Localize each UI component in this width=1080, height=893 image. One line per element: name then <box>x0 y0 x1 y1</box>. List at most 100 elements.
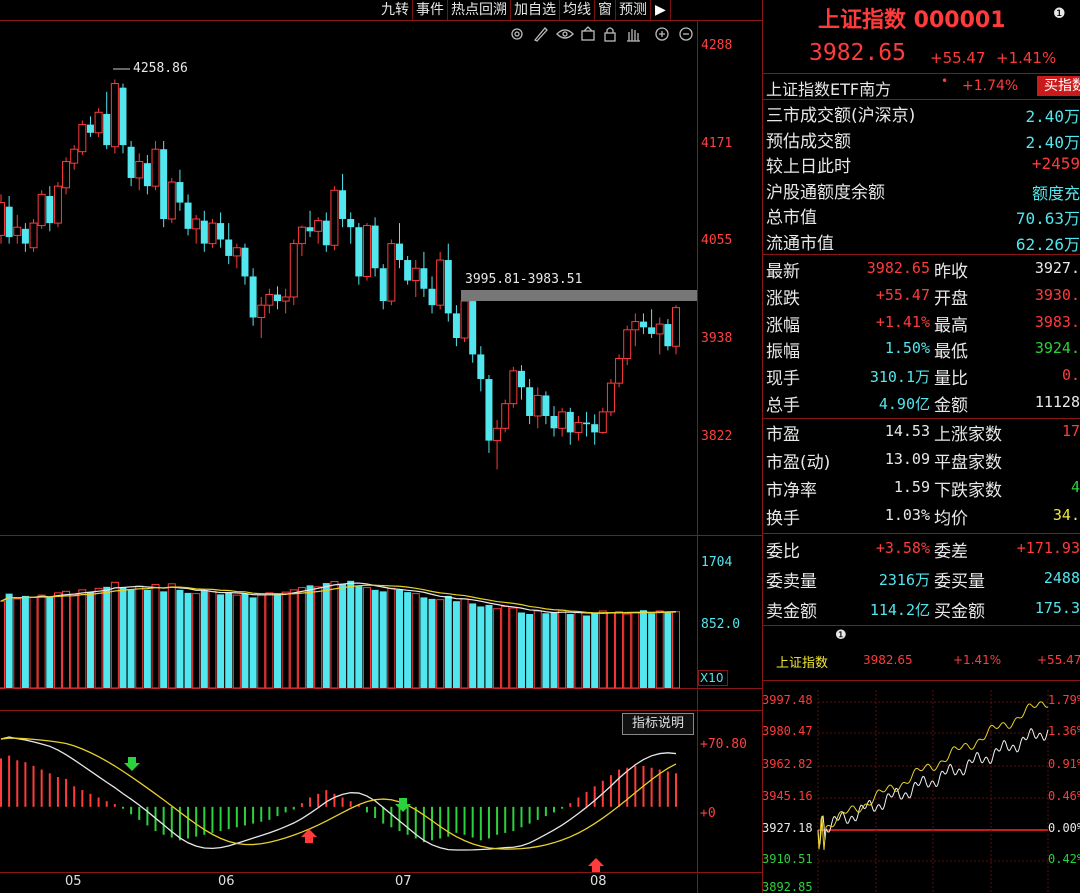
candle-body-down <box>241 247 249 277</box>
volume-bar <box>127 589 135 688</box>
candle-body-up <box>330 189 339 246</box>
candle-body-down <box>428 288 436 306</box>
quote-label: 量比 <box>934 369 968 390</box>
candle-body-down <box>639 321 647 328</box>
volume-bar <box>160 591 168 688</box>
quote-value: 0. <box>1061 366 1080 385</box>
candle-body-down <box>249 276 257 318</box>
candle-body-down <box>420 268 428 289</box>
candle-body-up <box>110 83 119 148</box>
volume-bar <box>232 594 241 689</box>
volume-bar <box>0 600 5 689</box>
candle-body-up <box>509 370 518 405</box>
candle-body-up <box>13 226 22 236</box>
kline-chart-area[interactable] <box>0 0 697 893</box>
candle-body-down <box>477 354 485 380</box>
volume-bar <box>639 610 647 688</box>
stat-label: 流通市值 <box>766 233 834 254</box>
quote-value: 3982.65 <box>866 259 930 277</box>
candle-body-up <box>265 294 274 306</box>
volume-bar <box>558 609 567 689</box>
candle-body-up <box>29 222 38 249</box>
volume-bar <box>355 586 363 688</box>
candle-body-down <box>550 415 558 429</box>
candle-body-down <box>322 220 330 246</box>
candle-body-up <box>151 148 160 187</box>
mini-pct-tick: 0.46% <box>1048 789 1080 803</box>
volume-bar <box>289 589 298 689</box>
candle-body-down <box>542 395 550 416</box>
stat-value: 2.40万 <box>1025 132 1080 152</box>
candle-body-up <box>167 181 176 220</box>
etf-dot: • <box>941 74 949 88</box>
candle-body-up <box>208 222 217 245</box>
valuation-value: 17 <box>1061 422 1080 440</box>
candle-body-down <box>395 243 403 261</box>
candle-body-down <box>591 424 599 433</box>
etf-name[interactable]: 上证指数ETF南方 <box>766 76 891 100</box>
candle-body-down <box>526 387 534 416</box>
volume-bar <box>477 606 485 688</box>
mini-price-tick: 3997.48 <box>762 693 813 707</box>
quote-value: +1.41% <box>875 312 930 331</box>
stat-label: 预估成交额 <box>766 131 851 152</box>
info-icon[interactable]: ❶ <box>1053 6 1066 22</box>
volume-bar <box>574 612 583 689</box>
volume-bar <box>362 587 371 689</box>
volume-axis-tick: 852.0 <box>701 617 741 632</box>
volume-bar <box>192 593 201 689</box>
quote-label: 最新 <box>766 262 800 282</box>
candle-body-up <box>62 161 71 189</box>
valuation-label: 市盈(动) <box>766 453 831 473</box>
candle-body-up <box>460 300 469 339</box>
candle-body-up <box>257 304 266 318</box>
candle-body-down <box>444 260 452 314</box>
macd-green-arrow-1 <box>124 757 140 771</box>
macd-histogram <box>0 755 677 843</box>
valuation-label: 均价 <box>934 509 968 529</box>
mini-price-tick: 3927.18 <box>762 821 813 835</box>
quote-label: 涨幅 <box>766 315 800 336</box>
index-change: +55.47 <box>930 49 986 67</box>
valuation-value: 1.59 <box>893 478 930 496</box>
candle-body-down <box>517 370 525 388</box>
mini-info-icon[interactable]: ❶ <box>835 628 847 643</box>
mini-pct-tick: 1.36% <box>1048 724 1080 738</box>
volume-bar <box>379 591 387 688</box>
macd-dif-line <box>0 736 677 851</box>
volume-axis-tick: 1704 <box>701 555 733 570</box>
volume-bar <box>217 594 225 688</box>
quote-label: 金额 <box>934 396 968 416</box>
volume-bar <box>94 587 103 689</box>
mini-change: +55.47 <box>1037 653 1080 667</box>
volume-bar <box>469 603 477 688</box>
candle-body-up <box>78 124 87 153</box>
volume-bar <box>86 592 94 688</box>
volume-bar <box>184 592 192 688</box>
volume-bar <box>583 615 591 688</box>
candle-body-down <box>371 225 379 269</box>
candle-body-up <box>533 394 542 417</box>
order-value: 175.3 <box>1034 599 1080 617</box>
candle-body-down <box>127 146 135 178</box>
volume-bar <box>526 614 534 688</box>
volume-bar <box>306 585 314 688</box>
quote-value: 4.90亿 <box>878 395 930 413</box>
mini-price-tick: 3892.85 <box>762 880 813 893</box>
buy-index-button[interactable]: 买指数 <box>1037 76 1080 96</box>
candle-body-down <box>306 227 314 232</box>
volume-bar <box>119 587 127 688</box>
volume-bar <box>176 589 184 688</box>
candle-body-up <box>53 185 62 224</box>
valuation-label: 平盘家数 <box>934 453 1002 473</box>
mini-price-tick: 3910.51 <box>762 852 813 866</box>
date-axis-tick: 07 <box>395 874 412 889</box>
candle-body-up <box>501 403 510 429</box>
volume-bar <box>452 601 460 688</box>
volume-bar <box>428 598 436 688</box>
macd-axis-tick: +0 <box>700 806 716 821</box>
indicator-help-button[interactable]: 指标说明 <box>622 713 694 735</box>
volume-bar <box>70 593 79 689</box>
macd-axis-tick: +70.80 <box>700 737 747 752</box>
price-axis-tick: 3822 <box>701 429 733 444</box>
